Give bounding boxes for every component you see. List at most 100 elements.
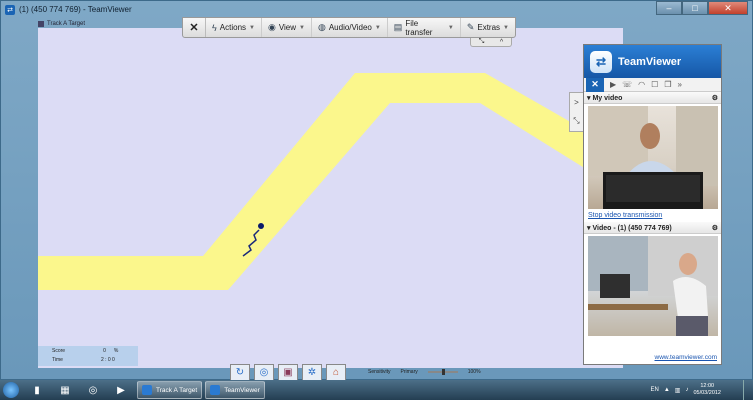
show-desktop-button[interactable] xyxy=(743,380,753,400)
expand-icon[interactable]: > xyxy=(574,98,579,107)
file-transfer-label: File transfer xyxy=(405,18,433,37)
files-icon[interactable]: ❐ xyxy=(664,80,671,89)
close-button[interactable]: ✕ xyxy=(708,1,748,15)
network-icon[interactable]: ▥ xyxy=(675,387,681,394)
yellow-track xyxy=(38,73,623,290)
eye-icon: ◉ xyxy=(267,22,276,32)
minimize-button[interactable]: – xyxy=(656,1,682,15)
chevron-down-icon: ▼ xyxy=(299,24,305,31)
video-icon[interactable]: ▶ xyxy=(610,80,616,89)
chat-icon[interactable]: ☐ xyxy=(651,80,658,89)
app-title: Track A Target xyxy=(47,20,86,27)
lightning-icon: ϟ xyxy=(212,22,217,33)
language-indicator[interactable]: EN xyxy=(651,387,659,393)
audio-video-icon: ◍ xyxy=(317,22,326,32)
more-icon[interactable]: » xyxy=(678,80,682,89)
stop-video-link[interactable]: Stop video transmission xyxy=(584,211,721,222)
sensitivity-control: Sensitivity Primary 100% xyxy=(368,369,481,375)
score-label: Score xyxy=(52,347,66,354)
teamviewer-video-panel: ⇄ TeamViewer ✕ ▶ ☏ ◠ ☐ ❐ » ▾ My video ⚙ … xyxy=(583,44,722,365)
windows-start-icon xyxy=(3,382,19,398)
target-icon: ◎ xyxy=(259,367,269,378)
slider-knob[interactable] xyxy=(441,369,445,375)
taskbar: ▮ ▦ ◎ ▶ Track A Target TeamViewer EN ▲ ▥… xyxy=(0,380,753,400)
title-bar[interactable]: ⇄ (1) (450 774 769) - TeamViewer – □ ✕ xyxy=(1,1,753,18)
panel-side-tab: > ⤡ xyxy=(569,92,583,132)
my-video-header[interactable]: ▾ My video ⚙ xyxy=(584,92,721,104)
settings-button[interactable]: ✲ xyxy=(302,364,322,381)
time-value: 2 : 0 0 xyxy=(100,356,115,363)
settings-gear-icon[interactable]: ⚙ xyxy=(712,94,718,102)
task-label: Track A Target xyxy=(156,386,198,394)
audio-video-label: Audio/Video xyxy=(328,23,372,32)
fullscreen-icon[interactable]: ⤡ xyxy=(479,38,485,46)
clock-time: 12:00 xyxy=(700,383,715,389)
file-transfer-menu[interactable]: ▤ File transfer ▼ xyxy=(388,18,461,37)
my-video-title: My video xyxy=(592,94,623,102)
actions-label: Actions xyxy=(219,23,247,32)
sensitivity-label: Sensitivity xyxy=(368,369,391,375)
teamviewer-toolbar: ✕ ϟ Actions ▼ ◉ View ▼ ◍ Audio/Video ▼ ▤… xyxy=(182,17,516,38)
sensitivity-value: 100% xyxy=(467,369,481,375)
chevron-down-icon: ▼ xyxy=(374,24,381,31)
panel-header: ⇄ TeamViewer xyxy=(584,45,721,78)
taskbar-item-teamviewer[interactable]: TeamViewer xyxy=(205,381,265,399)
pinned-folder-icon[interactable]: ▦ xyxy=(52,381,78,399)
file-transfer-icon: ▤ xyxy=(393,22,403,32)
teamviewer-logo-icon: ⇄ xyxy=(590,50,612,73)
task-label: TeamViewer xyxy=(224,386,260,394)
start-button[interactable] xyxy=(0,380,22,400)
system-tray: EN ▲ ▥ ♪ 12:00 05/03/2012 xyxy=(651,380,722,400)
chevron-down-icon: ▼ xyxy=(447,24,454,31)
remote-video-header[interactable]: ▾ Video - (1) (450 774 769) ⚙ xyxy=(584,222,721,234)
remote-video-feed xyxy=(588,236,718,336)
extras-label: Extras xyxy=(477,23,501,32)
collapse-toolbar-icon[interactable]: ^ xyxy=(500,39,503,46)
settings-gear-icon[interactable]: ⚙ xyxy=(712,224,718,232)
sensitivity-slider[interactable] xyxy=(427,369,458,375)
panel-brand: TeamViewer xyxy=(618,55,682,68)
teamviewer-icon: ⇄ xyxy=(5,4,15,15)
game-control-bar: ↻ ◎ ▣ ✲ ⌂ xyxy=(230,364,346,381)
chevron-down-icon: ▼ xyxy=(503,24,509,31)
toolbar-close-button[interactable]: ✕ xyxy=(183,18,207,37)
refresh-button[interactable]: ↻ xyxy=(230,364,250,381)
phone-icon[interactable]: ☏ xyxy=(622,80,632,89)
extras-menu[interactable]: ✎ Extras ▼ xyxy=(461,18,515,37)
score-unit: % xyxy=(113,347,119,354)
game-canvas[interactable] xyxy=(38,28,623,368)
clock[interactable]: 12:00 05/03/2012 xyxy=(693,383,721,397)
pinned-media-icon[interactable]: ▶ xyxy=(108,381,134,399)
pinned-explorer-icon[interactable]: ▮ xyxy=(24,381,50,399)
extras-icon: ✎ xyxy=(466,22,475,32)
target-cursor[interactable] xyxy=(258,223,264,229)
actions-menu[interactable]: ϟ Actions ▼ xyxy=(206,18,262,37)
audio-video-menu[interactable]: ◍ Audio/Video ▼ xyxy=(312,18,388,37)
user-icon: ▣ xyxy=(283,367,293,378)
tray-icon[interactable]: ▲ xyxy=(664,387,670,393)
home-icon: ⌂ xyxy=(332,367,340,378)
view-label: View xyxy=(278,23,297,32)
fullscreen-icon[interactable]: ⤡ xyxy=(573,116,579,126)
settings-icon: ✲ xyxy=(307,367,317,378)
my-video-feed xyxy=(588,106,718,209)
home-button[interactable]: ⌂ xyxy=(326,364,346,381)
app-icon xyxy=(38,20,44,27)
chevron-down-icon: ▼ xyxy=(249,24,255,31)
panel-close-button[interactable]: ✕ xyxy=(586,77,604,92)
view-menu[interactable]: ◉ View ▼ xyxy=(262,18,312,37)
toolbar-sub-controls: ⤡ ^ xyxy=(470,38,512,47)
target-button[interactable]: ◎ xyxy=(254,364,274,381)
window-title: (1) (450 774 769) - TeamViewer xyxy=(19,5,132,14)
maximize-button[interactable]: □ xyxy=(682,1,708,15)
taskbar-item-track-a-target[interactable]: Track A Target xyxy=(137,381,203,399)
time-label: Time xyxy=(52,356,63,363)
pinned-chrome-icon[interactable]: ◎ xyxy=(80,381,106,399)
refresh-icon: ↻ xyxy=(235,367,245,378)
volume-icon[interactable]: ♪ xyxy=(685,387,688,393)
app-icon xyxy=(142,385,152,395)
score-panel: Score 0 % Time 2 : 0 0 xyxy=(38,346,138,366)
user-button[interactable]: ▣ xyxy=(278,364,298,381)
teamviewer-link[interactable]: www.teamviewer.com xyxy=(584,354,721,364)
headset-icon[interactable]: ◠ xyxy=(638,80,645,89)
